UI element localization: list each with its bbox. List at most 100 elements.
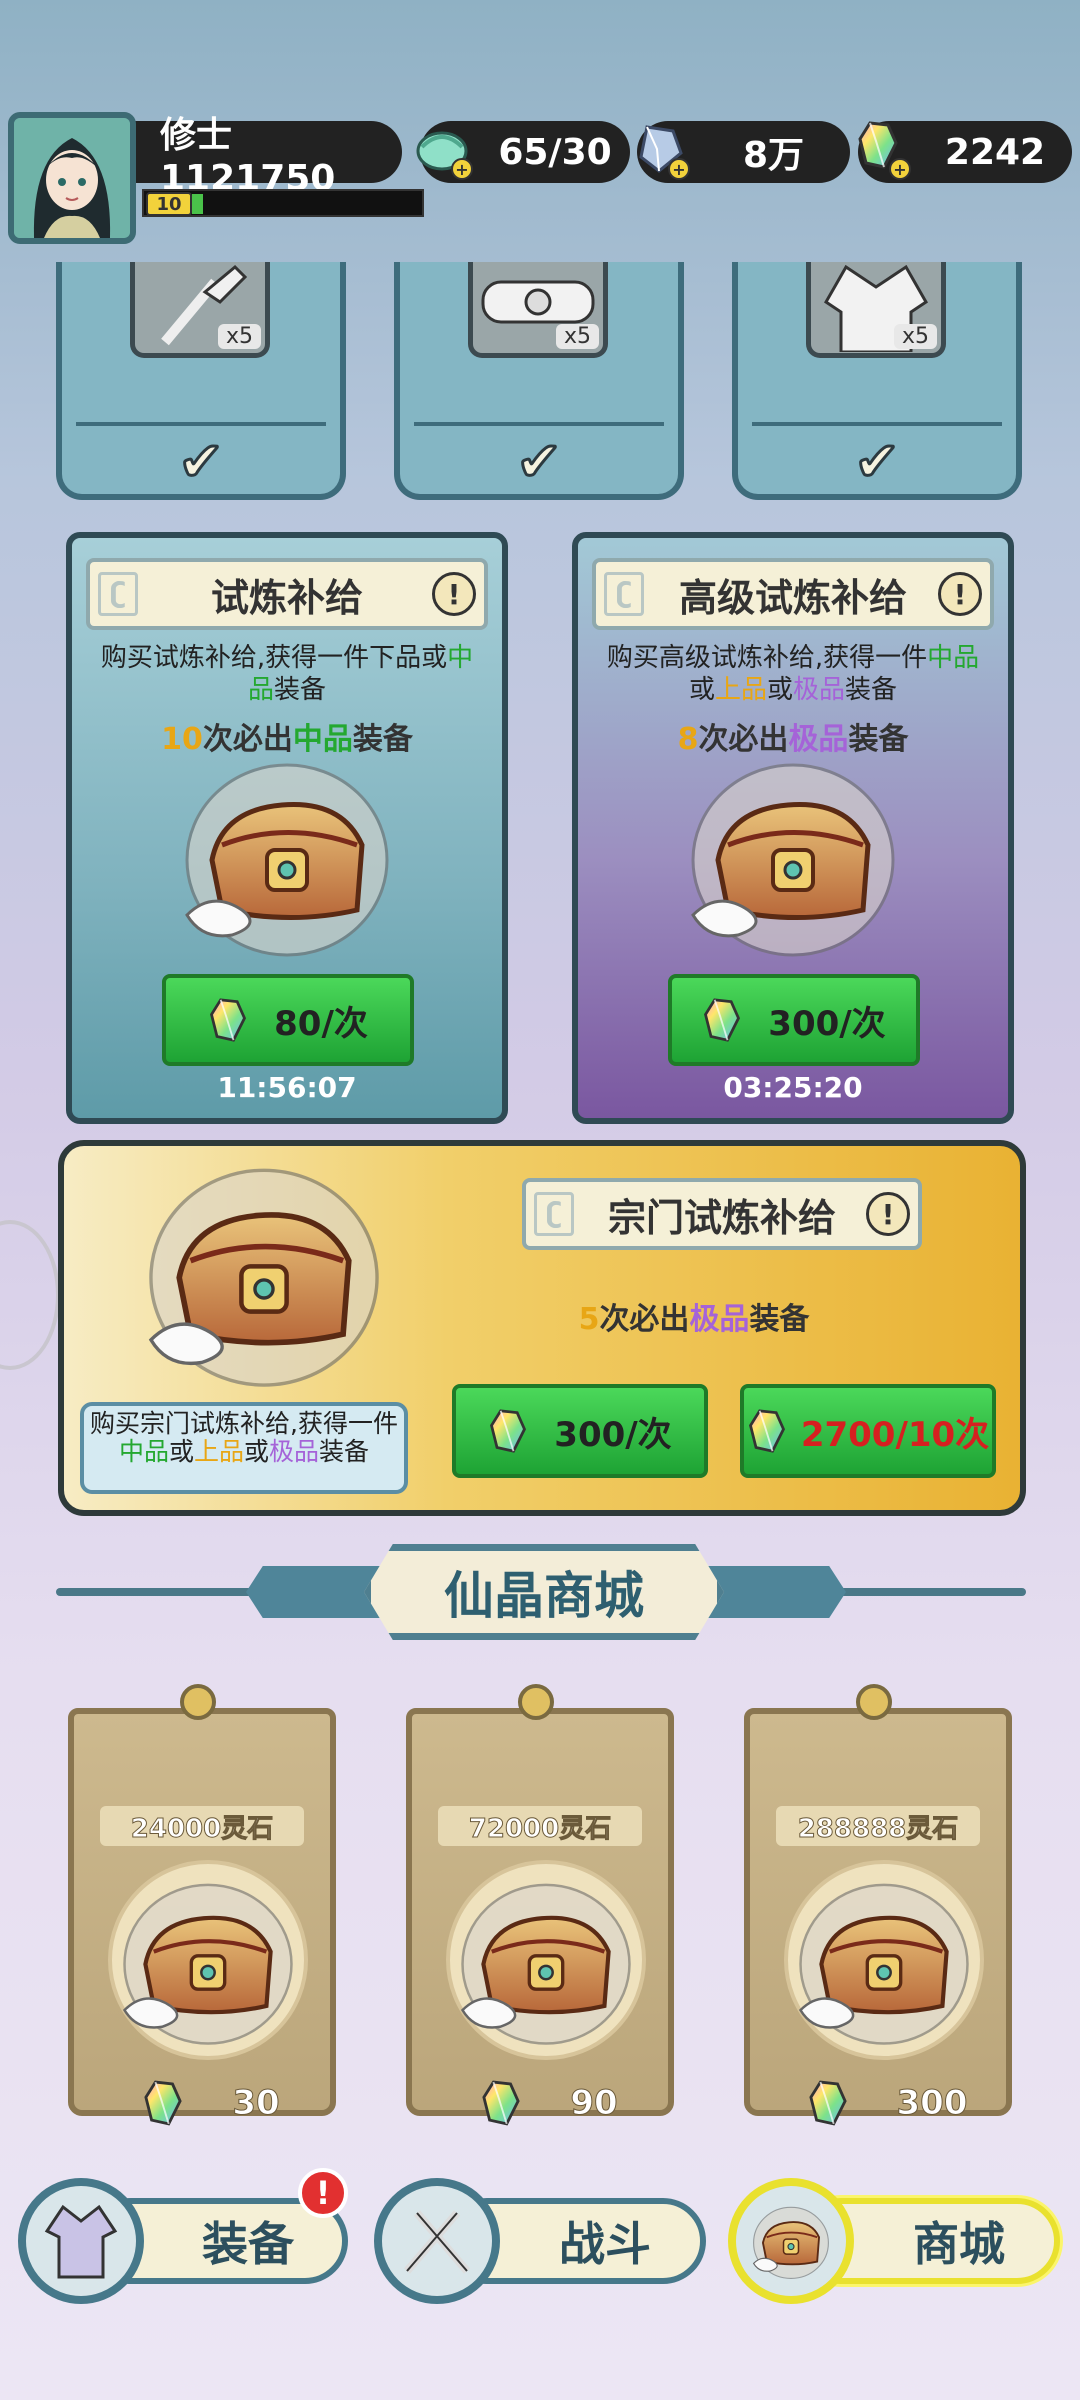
advanced-supply-title-box: ʗ 高级试炼补给 ! [592, 558, 994, 630]
small-chest-icon [112, 1864, 304, 2056]
reward-card-2[interactable]: x5 ✔ [394, 262, 684, 500]
side-decoration [0, 1220, 60, 1370]
reward-item-box: x5 [130, 262, 270, 358]
shop-item-3[interactable]: 288888灵石 300 [744, 1668, 1012, 2116]
shop-item-1[interactable]: 24000灵石 30 [68, 1668, 336, 2116]
shop-item-cost: 300 [790, 2078, 986, 2128]
sect-supply-desc: 购买宗门试炼补给,获得一件中品或上品或极品装备 [80, 1402, 408, 1494]
ore-value: 8万 [742, 135, 805, 176]
shop-item-label: 24000灵石 [100, 1806, 304, 1846]
gem-resource[interactable]: + 2242 [858, 121, 1072, 183]
shop-item-circle [446, 1860, 646, 2060]
trial-chest-icon [172, 750, 402, 960]
crossed-swords-icon [374, 2178, 500, 2304]
divider [414, 422, 664, 426]
stamina-orb-icon: + [416, 131, 473, 180]
sect-supply-buy-one-button[interactable]: 300/次 [452, 1384, 708, 1478]
shop-item-2[interactable]: 72000灵石 90 [406, 1668, 674, 2116]
trial-supply-buy-button[interactable]: 80/次 [162, 974, 414, 1066]
player-name-pill: 修士1121750 [130, 115, 402, 199]
equipment-robe-icon [18, 2178, 144, 2304]
check-icon: ✔ [853, 429, 901, 495]
info-icon[interactable]: ! [432, 572, 476, 616]
corner-ornament-icon: ʗ [534, 1192, 574, 1236]
shop-header: 仙晶商城 [246, 1544, 846, 1640]
stamina-resource[interactable]: + 65/30 [416, 121, 630, 183]
advanced-supply-timer: 03:25:20 [723, 1071, 863, 1104]
rainbow-gem-icon [488, 1409, 528, 1453]
advanced-trial-supply-card: ʗ 高级试炼补给 ! 购买高级试炼补给,获得一件中品或上品或极品装备 8次必出极… [572, 532, 1014, 1124]
divider [752, 422, 1002, 426]
large-chest-icon [788, 1864, 980, 2056]
shop-item-circle [784, 1860, 984, 2060]
gem-value: 2242 [944, 131, 1046, 173]
sect-chest-icon [134, 1152, 394, 1392]
check-icon: ✔ [515, 429, 563, 495]
shop-item-cost: 30 [114, 2078, 310, 2128]
reward-card-3[interactable]: x5 ✔ [732, 262, 1022, 500]
shop-item-circle [108, 1860, 308, 2060]
avatar-portrait-icon [14, 118, 130, 238]
shop-item-body: 288888灵石 300 [744, 1708, 1012, 2116]
nav-shop[interactable]: 商城 [728, 2178, 1060, 2304]
trial-supply-price: 80/次 [274, 1003, 368, 1044]
rainbow-gem-icon [702, 998, 742, 1042]
sect-supply-title: 宗门试炼补给 [607, 1195, 836, 1240]
corner-ornament-icon: ʗ [604, 572, 644, 616]
trial-supply-timer: 11:56:07 [217, 1071, 357, 1104]
trial-supply-card: ʗ 试炼补给 ! 购买试炼补给,获得一件下品或中品装备 10次必出中品装备 80… [66, 532, 508, 1124]
hanger-knob-icon [180, 1684, 216, 1720]
reward-qty: x5 [555, 324, 599, 349]
advanced-supply-title: 高级试炼补给 [678, 575, 907, 620]
rainbow-gem-icon [144, 2080, 182, 2126]
hanger-knob-icon [518, 1684, 554, 1720]
reward-card-1[interactable]: x5 ✔ [56, 262, 346, 500]
reward-qty: x5 [893, 324, 937, 349]
sect-supply-buy-ten-button[interactable]: 2700/10次 [740, 1384, 996, 1478]
rainbow-gem-icon [809, 2080, 847, 2126]
shop-item-label: 288888灵石 [776, 1806, 980, 1846]
advanced-supply-desc: 购买高级试炼补给,获得一件中品或上品或极品装备 [606, 643, 980, 705]
shop-title: 仙晶商城 [364, 1544, 724, 1640]
shop-item-body: 24000灵石 30 [68, 1708, 336, 2116]
advanced-supply-buy-button[interactable]: 300/次 [668, 974, 920, 1066]
sect-price-ten: 2700/10次 [800, 1414, 990, 1455]
shop-item-label: 72000灵石 [438, 1806, 642, 1846]
treasure-chest-icon [728, 2178, 854, 2304]
sect-supply-guarantee: 5次必出极品装备 [578, 1302, 810, 1337]
shop-item-body: 72000灵石 90 [406, 1708, 674, 2116]
sect-supply-card: ʗ 宗门试炼补给 ! 5次必出极品装备 购买宗门试炼补给,获得一件中品或上品或极… [58, 1140, 1026, 1516]
svg-text:+: + [672, 160, 685, 179]
corner-ornament-icon: ʗ [98, 572, 138, 616]
nav-battle[interactable]: 战斗 [374, 2178, 706, 2304]
rainbow-gem-icon [482, 2080, 520, 2126]
player-avatar[interactable] [8, 112, 136, 244]
svg-text:+: + [455, 160, 468, 179]
medium-chest-icon [450, 1864, 642, 2056]
advanced-chest-icon [678, 750, 908, 960]
reward-qty: x5 [217, 324, 261, 349]
hanger-knob-icon [856, 1684, 892, 1720]
stamina-value: 65/30 [498, 131, 612, 173]
reward-item-box: x5 [468, 262, 608, 358]
info-icon[interactable]: ! [938, 572, 982, 616]
reward-item-box: x5 [806, 262, 946, 358]
notification-badge: ! [298, 2168, 348, 2218]
sect-price-single: 300/次 [554, 1414, 672, 1455]
player-name: 修士1121750 [160, 114, 336, 199]
ore-resource[interactable]: + 8万 [637, 121, 850, 183]
rainbow-gem-icon: + [858, 121, 911, 180]
exp-bar-fill [192, 194, 203, 214]
check-icon: ✔ [177, 429, 225, 495]
info-icon[interactable]: ! [866, 1192, 910, 1236]
shop-header-wing-right [706, 1566, 846, 1618]
rainbow-gem-icon [208, 998, 248, 1042]
trial-supply-title-box: ʗ 试炼补给 ! [86, 558, 488, 630]
shop-item-cost: 90 [452, 2078, 648, 2128]
trial-supply-desc: 购买试炼补给,获得一件下品或中品装备 [100, 643, 474, 705]
rainbow-gem-icon [747, 1409, 787, 1453]
divider [76, 422, 326, 426]
advanced-supply-price: 300/次 [768, 1003, 886, 1044]
svg-text:+: + [893, 160, 906, 179]
trial-supply-title: 试炼补给 [210, 575, 363, 620]
